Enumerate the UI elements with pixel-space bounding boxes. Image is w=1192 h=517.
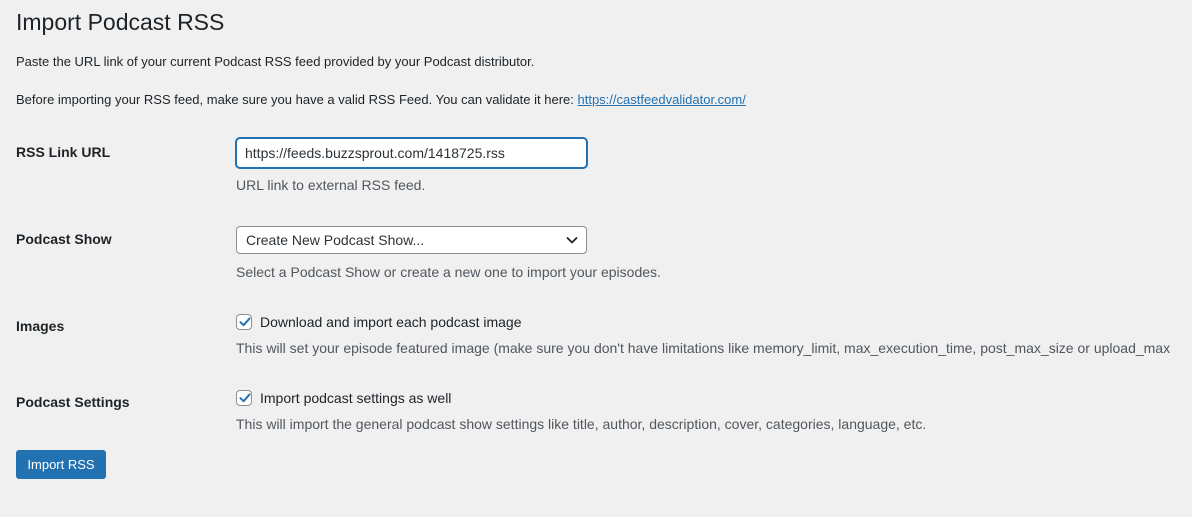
images-checkbox-label[interactable]: Download and import each podcast image: [260, 312, 522, 332]
podcast-show-selected-value: Create New Podcast Show...: [246, 232, 425, 248]
podcast-settings-description: This will import the general podcast sho…: [236, 416, 927, 432]
rss-link-url-label: RSS Link URL: [16, 144, 111, 160]
validation-note-text: Before importing your RSS feed, make sur…: [16, 92, 578, 107]
rss-url-input[interactable]: [236, 138, 587, 168]
page-title: Import Podcast RSS: [16, 9, 225, 35]
chevron-down-icon: [566, 237, 578, 244]
images-label: Images: [16, 318, 65, 334]
settings-option: Import podcast settings as well: [236, 388, 451, 408]
images-option: Download and import each podcast image: [236, 312, 522, 332]
import-rss-button[interactable]: Import RSS: [16, 450, 106, 479]
validator-link[interactable]: https://castfeedvalidator.com/: [577, 92, 745, 107]
intro-text: Paste the URL link of your current Podca…: [16, 54, 535, 69]
rss-url-description: URL link to external RSS feed.: [236, 177, 426, 193]
images-description: This will set your episode featured imag…: [236, 340, 1171, 356]
podcast-show-select[interactable]: Create New Podcast Show...: [236, 226, 587, 254]
podcast-show-description: Select a Podcast Show or create a new on…: [236, 264, 661, 280]
podcast-show-label: Podcast Show: [16, 231, 112, 247]
podcast-settings-label: Podcast Settings: [16, 394, 130, 410]
checkmark-icon: [239, 393, 251, 403]
settings-checkbox-label[interactable]: Import podcast settings as well: [260, 388, 451, 408]
settings-checkbox[interactable]: [236, 390, 252, 406]
images-checkbox[interactable]: [236, 314, 252, 330]
validation-note: Before importing your RSS feed, make sur…: [16, 90, 746, 110]
checkmark-icon: [239, 317, 251, 327]
